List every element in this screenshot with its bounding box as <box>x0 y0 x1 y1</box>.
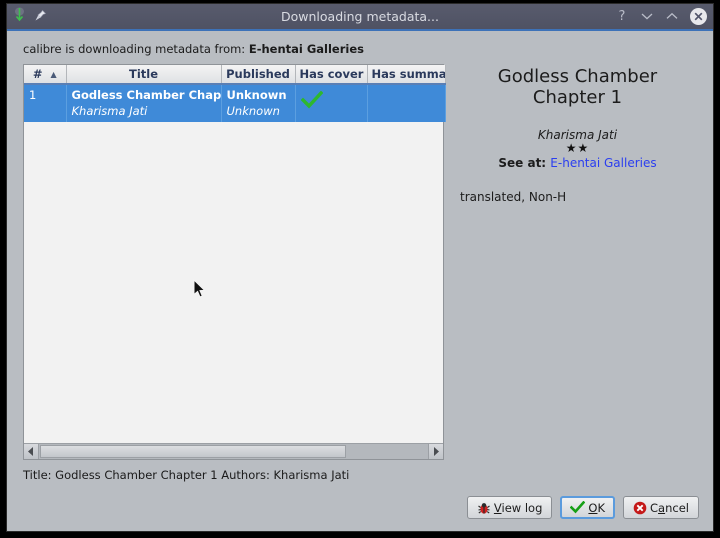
details-pane: Godless Chamber Chapter 1 Kharisma Jati … <box>444 64 705 460</box>
sort-ascending-icon: ▲ <box>50 69 57 79</box>
mouse-cursor <box>193 278 207 303</box>
results-table-panel: # ▲ Title Published Has cover Has summar… <box>23 64 446 460</box>
download-source-name: E-hentai Galleries <box>248 42 364 56</box>
cell-has-cover <box>295 84 368 122</box>
ok-button-label: OK <box>588 500 606 515</box>
window-title: Downloading metadata... <box>281 9 439 24</box>
column-header-has-cover[interactable]: Has cover <box>295 65 368 85</box>
detail-author: Kharisma Jati <box>537 128 618 142</box>
table-row[interactable]: 1 Godless Chamber Chapter 1 Kharisma Jat… <box>24 84 446 122</box>
title-bar-left-icons <box>13 7 103 26</box>
table-empty-area <box>24 122 443 443</box>
download-status-line: calibre is downloading metadata from: E-… <box>7 31 713 64</box>
close-icon[interactable] <box>690 8 707 25</box>
column-header-number-label: # <box>32 67 43 81</box>
cell-author-text: Kharisma Jati <box>71 104 148 118</box>
scroll-right-icon[interactable] <box>428 444 443 459</box>
scrollbar-track[interactable] <box>39 444 428 459</box>
horizontal-scrollbar[interactable] <box>24 443 443 459</box>
check-icon <box>570 501 586 514</box>
cell-has-summary <box>367 84 446 122</box>
view-log-button[interactable]: View log <box>466 496 553 519</box>
help-icon[interactable]: ? <box>615 10 629 23</box>
cell-row-number: 1 <box>24 84 67 122</box>
error-icon <box>633 501 647 515</box>
content-area: # ▲ Title Published Has cover Has summar… <box>7 64 713 460</box>
dialog-body: calibre is downloading metadata from: E-… <box>7 31 713 531</box>
column-header-has-summary[interactable]: Has summary <box>367 65 446 85</box>
footer-summary: Title: Godless Chamber Chapter 1 Authors… <box>23 468 350 482</box>
cancel-button-label: Cancel <box>650 500 689 515</box>
dialog-button-row: View log OK Cancel <box>7 482 713 519</box>
detail-see-at-link[interactable]: E-hentai Galleries <box>550 156 656 170</box>
column-header-title[interactable]: Title <box>66 65 222 85</box>
cell-title-text: Godless Chamber Chapter 1 <box>71 88 221 102</box>
detail-rating-stars: ★★ <box>565 141 590 155</box>
column-header-number[interactable]: # ▲ <box>24 65 67 85</box>
pin-icon[interactable] <box>34 7 47 26</box>
download-status-prefix: calibre is downloading metadata from: <box>23 42 246 56</box>
cell-published-sub-text: Unknown <box>226 104 280 118</box>
title-bar-controls: ? <box>615 8 707 25</box>
detail-see-at-label: See at: <box>498 156 547 171</box>
download-arrow-icon <box>13 7 26 26</box>
scroll-left-icon[interactable] <box>24 444 39 459</box>
cell-published: Unknown Unknown <box>221 84 296 122</box>
dialog-window: Downloading metadata... ? calibre is dow… <box>6 3 714 532</box>
title-bar: Downloading metadata... ? <box>7 4 713 31</box>
check-icon <box>300 90 362 112</box>
view-log-button-label: View log <box>493 500 543 515</box>
detail-see-at: See at: E-hentai Galleries <box>460 156 695 170</box>
cancel-button[interactable]: Cancel <box>623 496 699 519</box>
detail-tags: translated, Non-H <box>460 190 567 205</box>
scrollbar-thumb[interactable] <box>40 445 346 458</box>
bug-icon <box>477 501 491 515</box>
cell-published-text: Unknown <box>226 88 287 102</box>
chevron-down-icon[interactable] <box>640 10 654 23</box>
chevron-up-icon[interactable] <box>665 10 679 23</box>
table-header-row: # ▲ Title Published Has cover Has summar… <box>24 65 446 85</box>
ok-button[interactable]: OK <box>560 496 616 519</box>
detail-title: Godless Chamber Chapter 1 <box>497 66 658 108</box>
column-header-published[interactable]: Published <box>221 65 296 85</box>
cell-title: Godless Chamber Chapter 1 Kharisma Jati <box>66 84 222 122</box>
results-table: # ▲ Title Published Has cover Has summar… <box>24 65 446 122</box>
